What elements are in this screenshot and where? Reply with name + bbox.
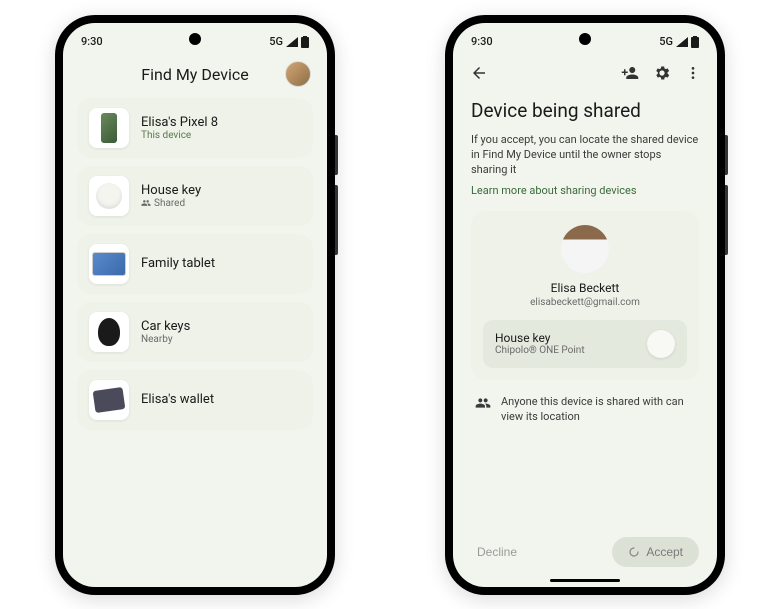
accept-button[interactable]: Accept [612, 537, 699, 567]
home-indicator[interactable] [550, 579, 620, 582]
signal-icon [676, 37, 688, 47]
footer-buttons: Decline Accept [453, 527, 717, 587]
device-thumb-icon [89, 380, 129, 420]
sharer-name: Elisa Beckett [551, 281, 620, 295]
header-actions [621, 64, 701, 82]
shared-device-name: House key [495, 331, 585, 345]
device-item[interactable]: Car keys Nearby [77, 302, 313, 362]
phone-hw-button [725, 135, 728, 175]
status-icons: 5G [659, 35, 699, 48]
page-title: Find My Device [141, 65, 248, 84]
header: Find My Device [63, 57, 327, 98]
accept-label: Accept [646, 545, 683, 559]
tracker-tag-icon [647, 330, 675, 358]
device-item[interactable]: Elisa's wallet [77, 370, 313, 430]
description-text: If you accept, you can locate the shared… [471, 132, 699, 178]
person-add-icon[interactable] [621, 64, 639, 82]
phone-hw-button [725, 185, 728, 255]
device-name: Family tablet [141, 256, 215, 271]
screen-right: 9:30 5G Device being shared If you accep… [453, 23, 717, 587]
phone-mockup-left: 9:30 5G Find My Device Elisa's Pixel 8 T… [55, 15, 335, 595]
header [453, 57, 717, 93]
shared-device-row[interactable]: House key Chipolo® ONE Point [483, 320, 687, 368]
device-sub: Shared [141, 198, 201, 209]
device-sub: This device [141, 130, 218, 141]
network-label: 5G [269, 35, 283, 48]
info-row: Anyone this device is shared with can vi… [471, 380, 699, 439]
phone-hw-button [335, 135, 338, 175]
phone-hw-button [335, 185, 338, 255]
more-vert-icon[interactable] [685, 65, 701, 81]
device-item[interactable]: Family tablet [77, 234, 313, 294]
gear-icon[interactable] [653, 64, 671, 82]
learn-more-link[interactable]: Learn more about sharing devices [471, 184, 699, 197]
status-time: 9:30 [81, 35, 103, 48]
status-icons: 5G [269, 35, 309, 48]
camera-cutout [579, 33, 591, 45]
device-item[interactable]: Elisa's Pixel 8 This device [77, 98, 313, 158]
device-thumb-icon [89, 176, 129, 216]
group-icon [475, 395, 491, 411]
page-title: Device being shared [471, 99, 699, 122]
arrow-left-icon [470, 64, 488, 82]
screen-left: 9:30 5G Find My Device Elisa's Pixel 8 T… [63, 23, 327, 587]
sharer-avatar [561, 225, 609, 273]
battery-icon [301, 36, 309, 48]
network-label: 5G [659, 35, 673, 48]
device-thumb-icon [89, 108, 129, 148]
sharer-email: elisabeckett@gmail.com [530, 297, 640, 308]
profile-avatar[interactable] [285, 61, 311, 87]
phone-mockup-right: 9:30 5G Device being shared If you accep… [445, 15, 725, 595]
back-button[interactable] [469, 63, 489, 83]
device-thumb-icon [89, 244, 129, 284]
signal-icon [286, 37, 298, 47]
device-name: Car keys [141, 319, 190, 334]
decline-button[interactable]: Decline [471, 544, 523, 560]
device-item[interactable]: House key Shared [77, 166, 313, 226]
shared-device-sub: Chipolo® ONE Point [495, 345, 585, 356]
content: Device being shared If you accept, you c… [453, 93, 717, 527]
spinner-icon [628, 546, 640, 558]
group-icon [141, 198, 151, 208]
device-name: Elisa's Pixel 8 [141, 115, 218, 130]
device-name: House key [141, 183, 201, 198]
device-list: Elisa's Pixel 8 This device House key Sh… [63, 98, 327, 430]
camera-cutout [189, 33, 201, 45]
battery-icon [691, 36, 699, 48]
share-card: Elisa Beckett elisabeckett@gmail.com Hou… [471, 211, 699, 380]
status-time: 9:30 [471, 35, 493, 48]
info-text: Anyone this device is shared with can vi… [501, 394, 695, 425]
device-thumb-icon [89, 312, 129, 352]
device-sub: Nearby [141, 334, 190, 345]
device-name: Elisa's wallet [141, 392, 214, 407]
